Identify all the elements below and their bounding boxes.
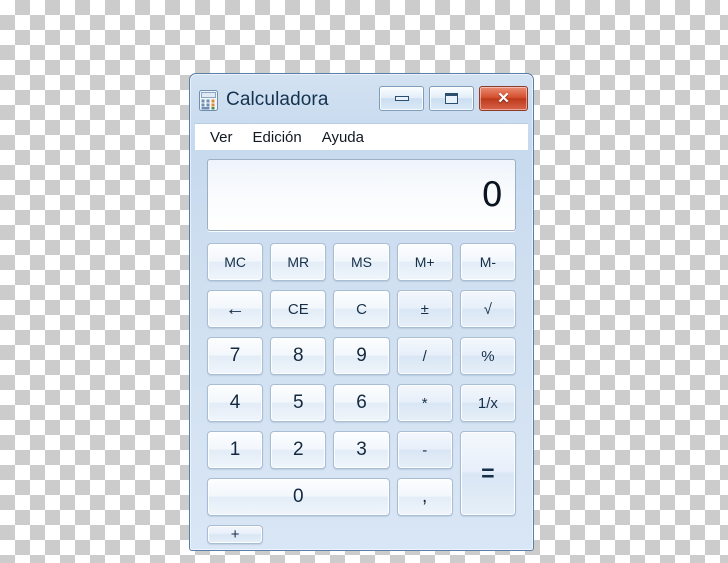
minimize-button[interactable] — [379, 86, 424, 111]
memory-store-button[interactable]: MS — [333, 243, 390, 281]
calculator-icon — [199, 89, 218, 111]
calculator-body: 0 MC MR MS M+ M- ← CE C ± √ 7 8 9 / % 4 … — [195, 149, 528, 544]
memory-recall-button[interactable]: MR — [270, 243, 327, 281]
add-button[interactable]: + — [207, 525, 264, 544]
digit-0-button[interactable]: 0 — [207, 478, 390, 516]
display-value: 0 — [481, 175, 503, 215]
maximize-icon — [445, 93, 458, 104]
title-bar[interactable]: Calculadora ✕ — [195, 77, 528, 123]
close-button[interactable]: ✕ — [479, 86, 528, 111]
percent-button[interactable]: % — [459, 337, 516, 375]
backspace-arrow-icon: ← — [225, 298, 246, 320]
clear-button[interactable]: C — [333, 290, 390, 328]
equals-button[interactable]: = — [459, 431, 516, 516]
minimize-icon — [394, 96, 409, 101]
memory-subtract-button[interactable]: M- — [459, 243, 516, 281]
window-inner: Calculadora ✕ Ver Edición Ayuda 0 MC MR … — [195, 77, 528, 544]
window-controls: ✕ — [379, 86, 528, 111]
menu-item-ayuda[interactable]: Ayuda — [313, 127, 373, 148]
close-icon: ✕ — [497, 90, 510, 107]
sign-toggle-button[interactable]: ± — [396, 290, 453, 328]
digit-7-button[interactable]: 7 — [207, 337, 264, 375]
digit-9-button[interactable]: 9 — [333, 337, 390, 375]
backspace-button[interactable]: ← — [207, 290, 264, 328]
digit-1-button[interactable]: 1 — [207, 431, 264, 469]
calculator-window: Calculadora ✕ Ver Edición Ayuda 0 MC MR … — [189, 73, 534, 551]
menu-item-ver[interactable]: Ver — [201, 127, 242, 148]
menu-bar: Ver Edición Ayuda — [195, 123, 528, 150]
digit-4-button[interactable]: 4 — [207, 384, 264, 422]
divide-button[interactable]: / — [396, 337, 453, 375]
multiply-button[interactable]: * — [396, 384, 453, 422]
memory-clear-button[interactable]: MC — [207, 243, 264, 281]
digit-5-button[interactable]: 5 — [270, 384, 327, 422]
reciprocal-button[interactable]: 1/x — [459, 384, 516, 422]
digit-2-button[interactable]: 2 — [270, 431, 327, 469]
memory-add-button[interactable]: M+ — [396, 243, 453, 281]
keypad: MC MR MS M+ M- ← CE C ± √ 7 8 9 / % 4 5 … — [207, 243, 516, 544]
maximize-button[interactable] — [429, 86, 474, 111]
clear-entry-button[interactable]: CE — [270, 290, 327, 328]
menu-item-edicion[interactable]: Edición — [244, 127, 311, 148]
square-root-button[interactable]: √ — [459, 290, 516, 328]
digit-6-button[interactable]: 6 — [333, 384, 390, 422]
subtract-button[interactable]: - — [396, 431, 453, 469]
digit-8-button[interactable]: 8 — [270, 337, 327, 375]
decimal-separator-button[interactable]: , — [396, 478, 453, 516]
window-title: Calculadora — [226, 89, 329, 110]
digit-3-button[interactable]: 3 — [333, 431, 390, 469]
display-field[interactable]: 0 — [207, 159, 516, 231]
